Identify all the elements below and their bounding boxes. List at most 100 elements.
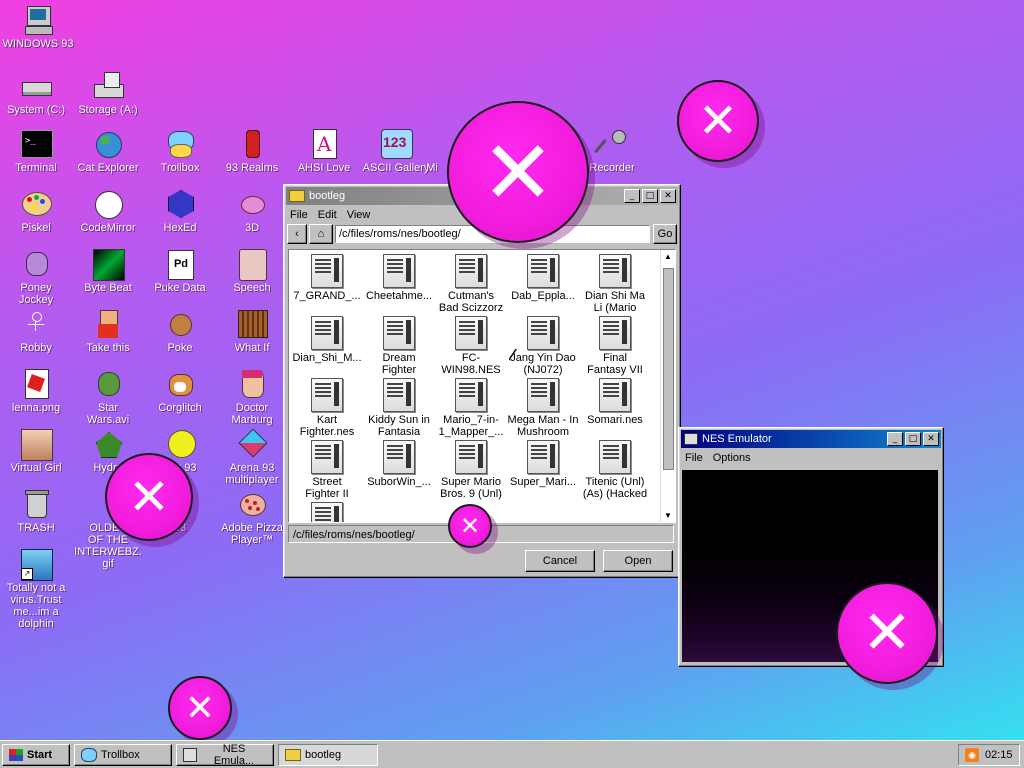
desktop-icon-system-c[interactable]: System (C:) — [0, 70, 72, 116]
file-item[interactable]: Cheetahme... — [363, 254, 435, 302]
menu-view[interactable]: View — [347, 209, 371, 221]
nes-rom-icon — [311, 254, 343, 288]
desktop-icon-virtual-girl[interactable]: Virtual Girl — [0, 428, 72, 474]
file-list[interactable]: 7_GRAND_... Cheetahme... Cutman's Bad Sciz… — [288, 249, 676, 523]
desktop-icon-poney-jockey[interactable]: Poney Jockey — [0, 248, 72, 306]
desktop-icon-codemirror[interactable]: CodeMirror — [72, 188, 144, 234]
desktop-icon-lenna[interactable]: lenna.png — [0, 368, 72, 414]
desktop-icon-trollbox[interactable]: Trollbox — [144, 128, 216, 174]
scrollbar-thumb[interactable] — [663, 268, 674, 470]
desktop-icon-label: Corglitch — [158, 402, 202, 414]
file-item[interactable]: FC- WIN98.NES — [435, 316, 507, 376]
file-item[interactable]: Final Fantasy VII — [579, 316, 651, 376]
scroll-up-icon[interactable]: ▲ — [664, 252, 672, 261]
desktop-icon-storage-a[interactable]: Storage (A:) — [72, 70, 144, 116]
back-button[interactable]: ‹ — [287, 224, 307, 244]
file-item[interactable]: Dream Fighter — [363, 316, 435, 376]
file-item[interactable]: Dian Shi Ma Li (Mario — [579, 254, 651, 314]
file-item[interactable]: SuborWin_... — [363, 440, 435, 488]
home-button[interactable]: ⌂ — [309, 224, 333, 244]
file-item[interactable]: Somari.nes — [579, 378, 651, 426]
nes-rom-icon — [599, 254, 631, 288]
maximize-button[interactable]: □ — [642, 189, 658, 203]
desktop-icon-take-this[interactable]: Take this — [72, 308, 144, 354]
rss-icon[interactable]: ◉ — [965, 747, 979, 762]
scroll-down-icon[interactable]: ▼ — [664, 511, 672, 520]
desktop-icon-3d[interactable]: 3D — [216, 188, 288, 234]
desktop-icon-arena-93[interactable]: Arena 93 multiplayer — [216, 428, 288, 486]
desktop-icon-what-if[interactable]: What If — [216, 308, 288, 354]
file-item[interactable]: Kiddy Sun in Fantasia — [363, 378, 435, 438]
menu-file[interactable]: File — [685, 452, 703, 464]
close-button[interactable]: ✕ — [923, 432, 939, 446]
desktop-icon-label: AHSI Love — [297, 162, 351, 174]
nes-rom-icon — [311, 316, 343, 350]
file-item[interactable]: Dian_Shi_M... — [291, 316, 363, 364]
trollbox-icon — [164, 128, 196, 160]
minimize-button[interactable]: _ — [887, 432, 903, 446]
desktop-icon-cat-explorer[interactable]: Cat Explorer — [72, 128, 144, 174]
file-item[interactable]: Mario_7-in- 1_Mapper_... — [435, 378, 507, 438]
nes-rom-icon — [455, 254, 487, 288]
file-item[interactable]: Street Fighter II — [291, 440, 363, 500]
desktop-icon-terminal[interactable]: >_ Terminal — [0, 128, 72, 174]
task-trollbox[interactable]: Trollbox — [74, 743, 172, 766]
file-item[interactable]: Jang Yin Dao (NJ072) — [507, 316, 579, 376]
desktop-icon-star-wars[interactable]: Star Wars.avi — [72, 368, 144, 426]
minimize-button[interactable]: _ — [624, 189, 640, 203]
corgi-icon — [164, 368, 196, 400]
clock: 02:15 — [985, 748, 1013, 761]
file-item[interactable]: Kart Fighter.nes — [291, 378, 363, 438]
menu-options[interactable]: Options — [713, 452, 751, 464]
file-item-partial[interactable] — [291, 502, 363, 522]
desktop-icon-trash[interactable]: TRASH — [0, 488, 72, 534]
desktop-icon-mi[interactable]: Mi — [412, 128, 452, 174]
desktop-icon-doctor-marburg[interactable]: Doctor Marburg — [216, 368, 288, 426]
teapot-icon — [236, 188, 268, 220]
desktop-icon-adobe-pizza[interactable]: Adobe Pizza Player™ — [216, 488, 288, 546]
dolphin-icon: ↗ — [20, 548, 53, 581]
close-bubble-icon[interactable]: ✕ — [168, 676, 232, 740]
scrollbar[interactable]: ▲ ▼ — [660, 250, 675, 522]
ahsi-icon: A — [308, 128, 340, 160]
task-nes-emulator[interactable]: NES Emula... — [176, 743, 274, 767]
desktop-icon-hexed[interactable]: HexEd — [144, 188, 216, 234]
file-item[interactable]: Super_Mari... — [507, 440, 579, 488]
go-button[interactable]: Go — [653, 224, 677, 244]
cancel-button[interactable]: Cancel — [525, 550, 595, 572]
desktop-icon-ahsi-love[interactable]: A AHSI Love — [288, 128, 360, 174]
desktop-icon-label: Byte Beat — [84, 282, 132, 294]
close-bubble-icon[interactable]: ✕ — [448, 504, 492, 548]
desktop-icon-speech[interactable]: Speech — [216, 248, 288, 294]
desktop-icon-dolphin[interactable]: ↗ Totally not a virus.Trust me...im a do… — [0, 548, 72, 630]
desktop-icon-poke[interactable]: Poke — [144, 308, 216, 354]
menu-file[interactable]: File — [290, 209, 308, 221]
file-item[interactable]: Mega Man - In Mushroom — [507, 378, 579, 438]
file-item[interactable]: Titenic (Unl) (As) (Hacked — [579, 440, 651, 500]
close-bubble-icon[interactable]: ✕ — [447, 101, 589, 243]
maximize-button[interactable]: □ — [905, 432, 921, 446]
desktop-icon-label: Take this — [86, 342, 130, 354]
desktop-icon-puke-data[interactable]: Pd Puke Data — [144, 248, 216, 294]
desktop-icon-corglitch[interactable]: Corglitch — [144, 368, 216, 414]
desktop-icon-93-realms[interactable]: 93 Realms — [216, 128, 288, 174]
close-bubble-icon[interactable]: ✕ — [836, 582, 938, 684]
hexed-icon — [164, 188, 196, 220]
start-button[interactable]: Start — [2, 743, 70, 766]
file-item[interactable]: Super Mario Bros. 9 (Unl) — [435, 440, 507, 500]
close-bubble-icon[interactable]: ✕ — [105, 453, 193, 541]
close-bubble-icon[interactable]: ✕ — [677, 80, 759, 162]
task-bootleg[interactable]: bootleg — [278, 743, 378, 766]
desktop-icon-piskel[interactable]: Piskel — [0, 188, 72, 234]
file-item[interactable]: Cutman's Bad Scizzorz — [435, 254, 507, 314]
desktop-icon-windows93[interactable]: WINDOWS 93 — [2, 4, 74, 50]
desktop-icon-robby[interactable]: Robby — [0, 308, 72, 354]
file-item[interactable]: Dab_Eppla... — [507, 254, 579, 302]
close-button[interactable]: ✕ — [660, 189, 676, 203]
open-button[interactable]: Open — [603, 550, 673, 572]
menu-edit[interactable]: Edit — [318, 209, 337, 221]
file-item[interactable]: 7_GRAND_... — [291, 254, 363, 302]
pony-icon — [20, 248, 52, 280]
desktop-icon-byte-beat[interactable]: Byte Beat — [72, 248, 144, 294]
nes-titlebar[interactable]: NES Emulator _ □ ✕ — [681, 430, 941, 448]
